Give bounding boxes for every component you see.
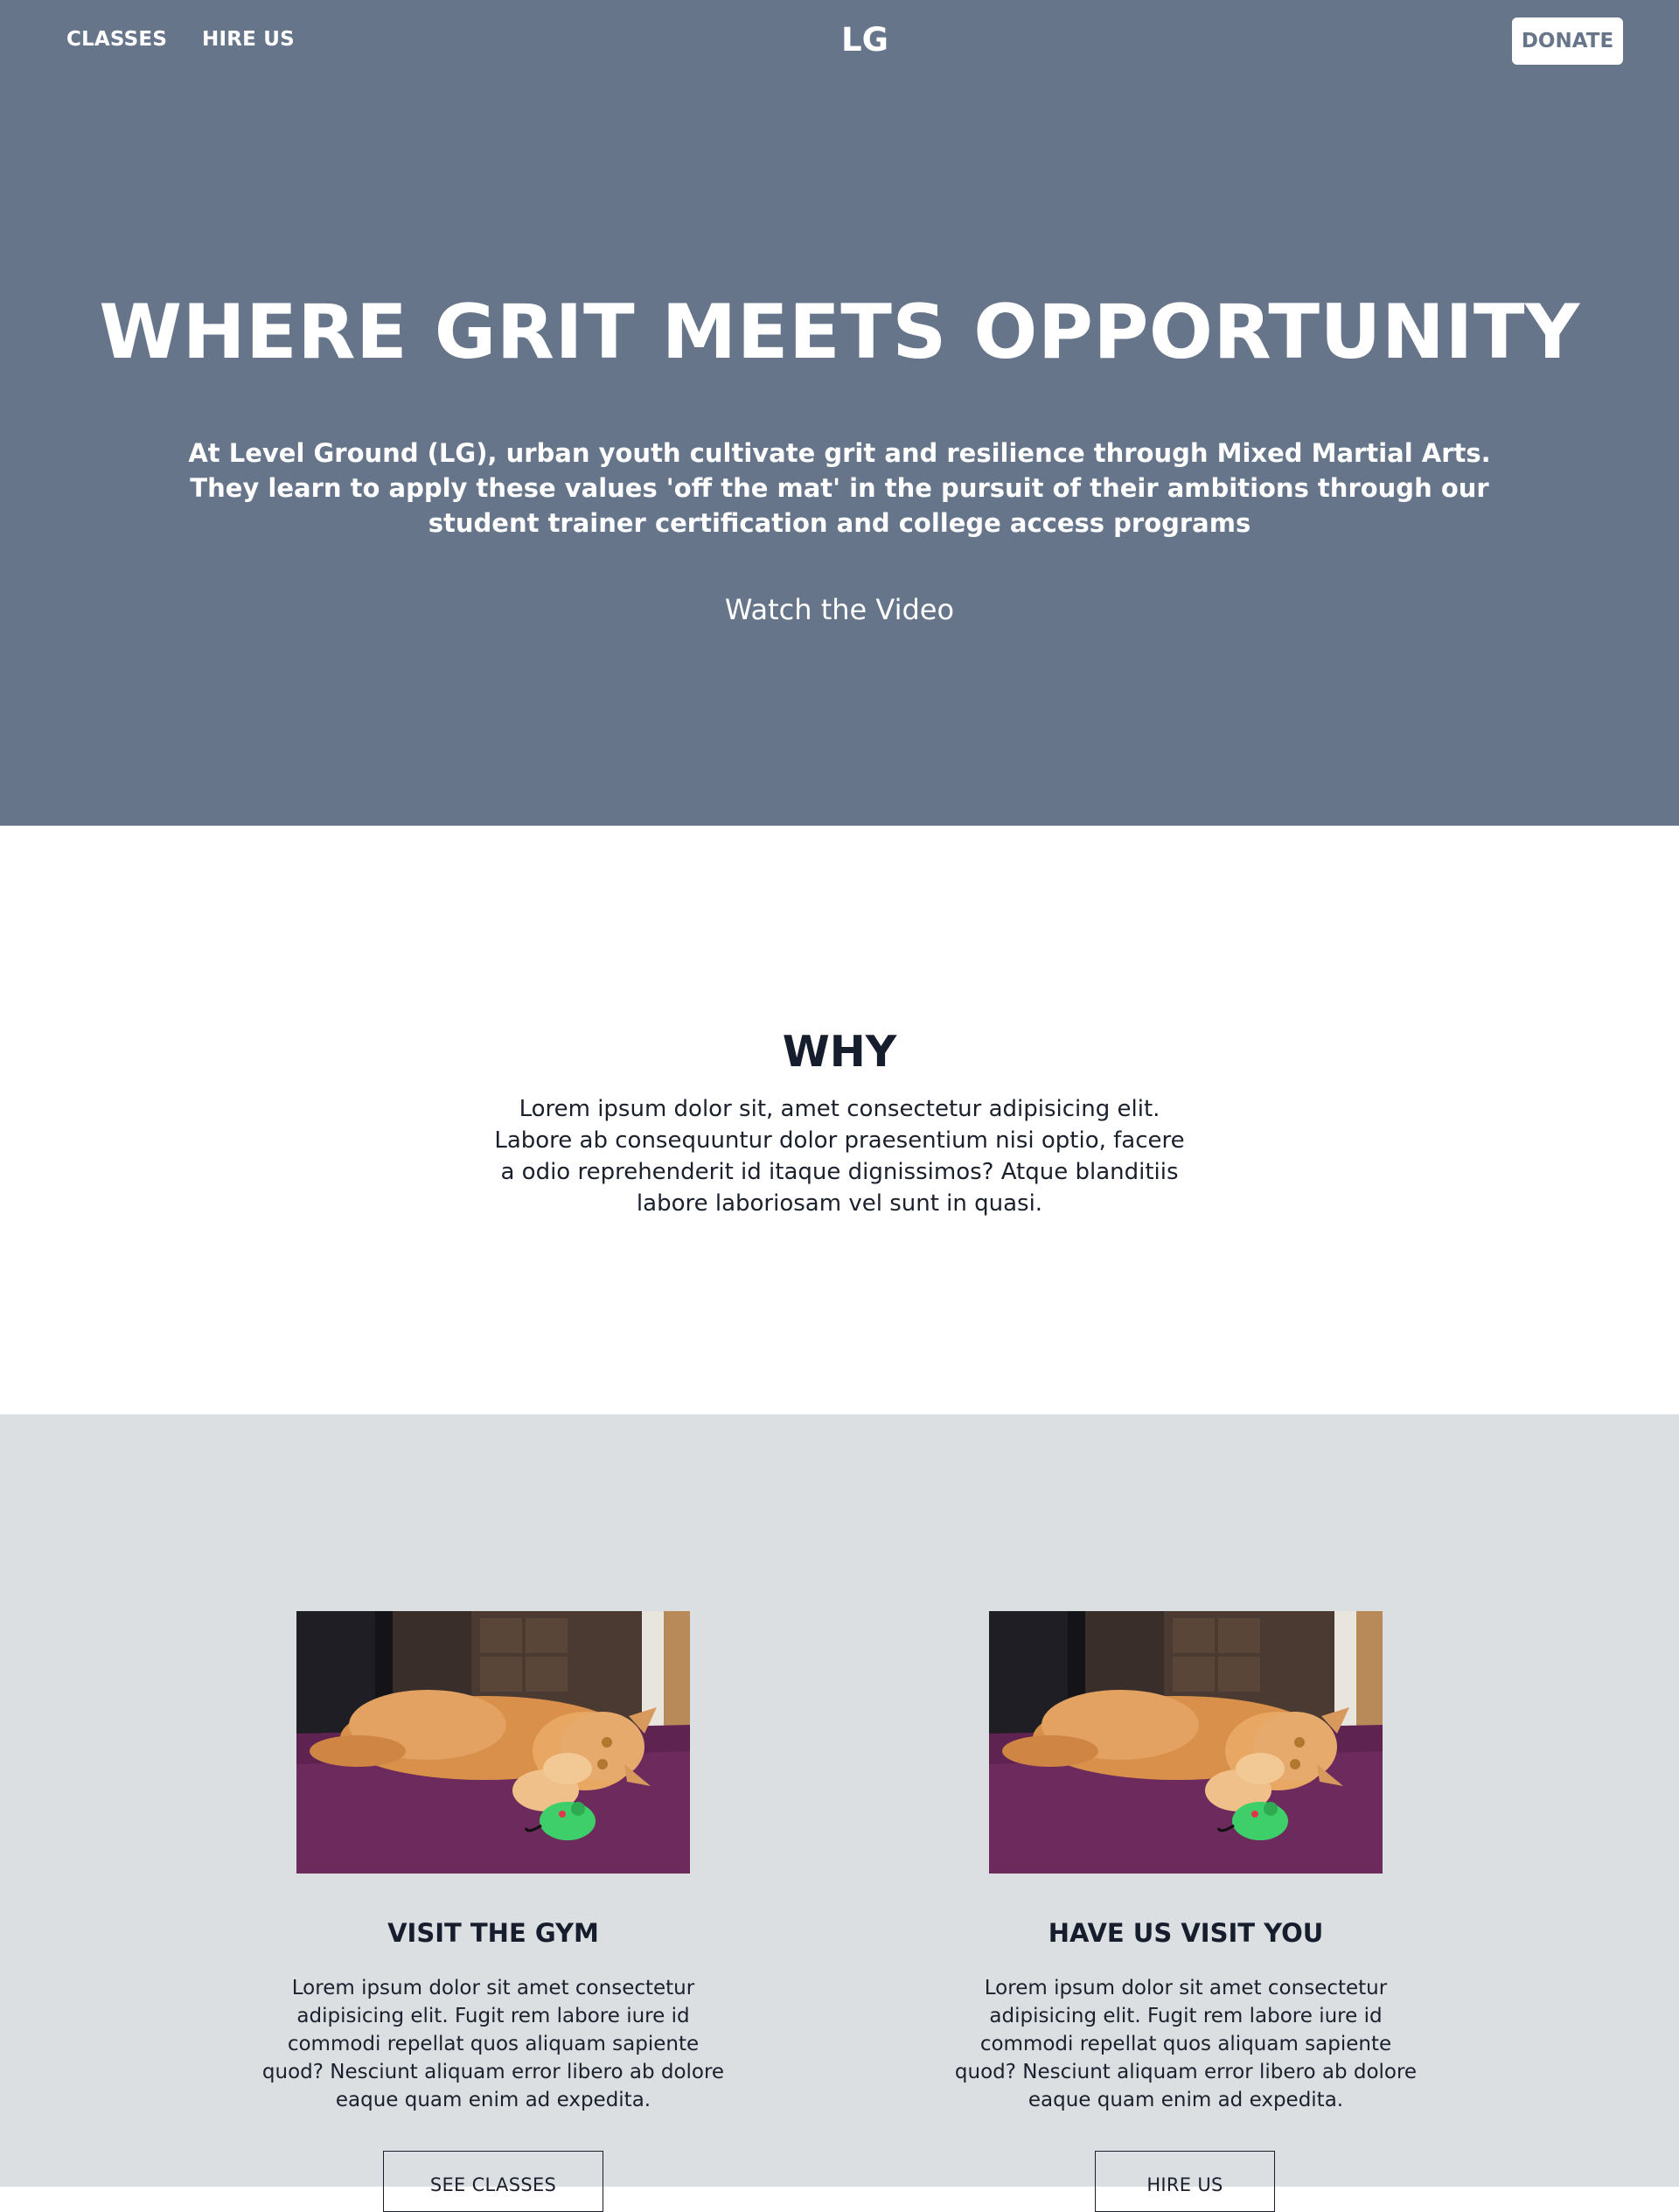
see-classes-button[interactable]: SEE CLASSES — [383, 2151, 603, 2212]
cards-section: VISIT THE GYM Lorem ipsum dolor sit amet… — [0, 1414, 1679, 2212]
hero-subtitle: At Level Ground (LG), urban youth cultiv… — [188, 438, 1491, 538]
card-have-us-visit: HAVE US VISIT YOU Lorem ipsum dolor sit … — [941, 1414, 1431, 2212]
cat-photo-svg — [989, 1611, 1383, 1874]
why-section: WHY Lorem ipsum dolor sit, amet consecte… — [0, 826, 1679, 1414]
card-title: HAVE US VISIT YOU — [1048, 1918, 1324, 1948]
why-text: Lorem ipsum dolor sit, amet consectetur … — [494, 1096, 1185, 1217]
card-visit-gym: VISIT THE GYM Lorem ipsum dolor sit amet… — [248, 1414, 738, 2212]
card-title: VISIT THE GYM — [387, 1918, 599, 1948]
hire-us-button[interactable]: HIRE US — [1095, 2151, 1275, 2212]
nav-hire-us-link[interactable]: HIRE US — [202, 28, 295, 51]
cat-photo-image — [296, 1611, 690, 1874]
watch-video-link[interactable]: Watch the Video — [0, 593, 1679, 626]
hero-title: WHERE GRIT MEETS OPPORTUNITY — [99, 289, 1580, 376]
card-text: Lorem ipsum dolor sit amet consectetur a… — [954, 1977, 1418, 2111]
cat-photo-image — [989, 1611, 1383, 1874]
donate-button[interactable]: DONATE — [1512, 17, 1623, 65]
why-title: WHY — [782, 1027, 897, 1077]
nav-classes-link[interactable]: CLASSES — [66, 28, 167, 51]
hero-section: CLASSES HIRE US LG DONATE WHERE GRIT MEE… — [0, 0, 1679, 826]
card-text: Lorem ipsum dolor sit amet consectetur a… — [261, 1977, 725, 2111]
cat-photo-svg — [296, 1611, 690, 1874]
